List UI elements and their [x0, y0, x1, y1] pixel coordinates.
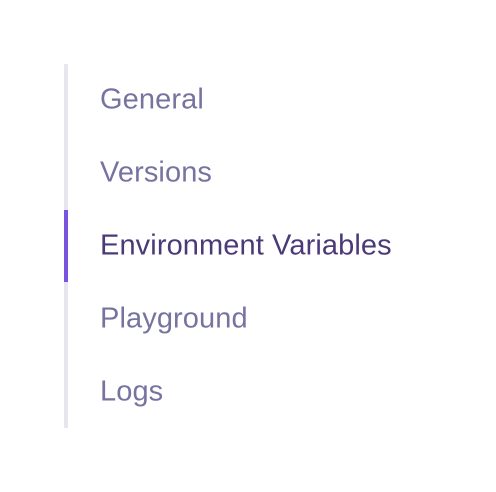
nav-item-environment-variables[interactable]: Environment Variables: [64, 210, 464, 282]
nav-item-indicator: [64, 137, 68, 209]
nav-item-general[interactable]: General: [64, 64, 464, 136]
nav-item-indicator: [64, 64, 68, 136]
nav-item-logs[interactable]: Logs: [64, 356, 464, 428]
nav-item-label: Playground: [100, 302, 248, 335]
nav-item-indicator: [64, 356, 68, 428]
active-indicator: [64, 210, 68, 282]
nav-item-label: Logs: [100, 375, 164, 408]
settings-nav: General Versions Environment Variables P…: [64, 64, 464, 428]
nav-item-indicator: [64, 283, 68, 355]
nav-item-playground[interactable]: Playground: [64, 283, 464, 355]
nav-item-label: Environment Variables: [100, 229, 392, 262]
nav-item-label: Versions: [100, 156, 213, 189]
nav-item-versions[interactable]: Versions: [64, 137, 464, 209]
nav-item-label: General: [100, 83, 204, 116]
